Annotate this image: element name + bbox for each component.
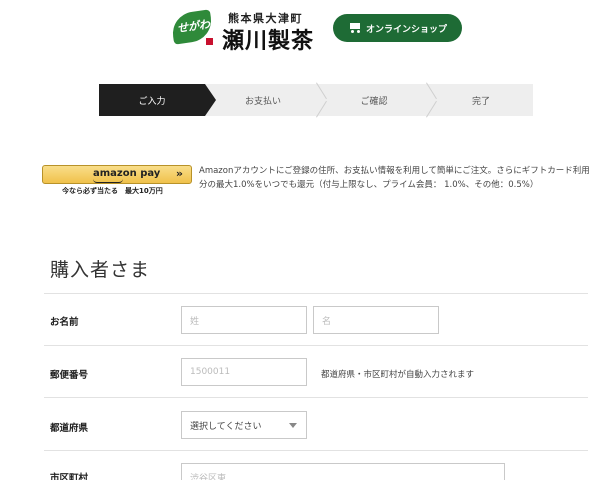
online-shop-label: オンラインショップ — [365, 24, 447, 35]
online-shop-button[interactable]: オンラインショップ — [333, 14, 462, 42]
divider — [44, 345, 588, 346]
postal-code-hint: 都道府県・市区町村が自動入力されます — [321, 370, 475, 380]
divider — [44, 293, 588, 294]
prefecture-select-value: 選択してください — [190, 421, 262, 432]
amazon-pay-button[interactable]: amazon pay » — [42, 165, 192, 184]
first-name-input[interactable]: 名 — [313, 306, 439, 334]
amazon-smile-icon — [93, 179, 123, 183]
step-complete: 完了 — [471, 96, 490, 107]
cart-icon — [348, 23, 360, 33]
prefecture-select[interactable]: 選択してください — [181, 411, 307, 439]
amazon-pay-description: Amazonアカウントにご登録の住所、お支払い情報を利用して簡単にご注文。さらに… — [199, 166, 590, 190]
step-confirm: ご確認 — [360, 96, 388, 107]
caret-down-icon — [289, 423, 297, 428]
divider — [44, 397, 588, 398]
amazon-pay-label: amazon pay — [93, 168, 161, 179]
logo-title: 瀬川製茶 — [222, 28, 315, 54]
step-input: ご入力 — [99, 84, 216, 116]
double-chevron-right-icon: » — [175, 167, 183, 180]
amazon-pay-caption: 今なら必ず当たる 最大10万円 — [62, 187, 163, 195]
prefecture-label: 都道府県 — [50, 423, 89, 434]
checkout-steps: ご入力 お支払い ご確認 完了 — [99, 84, 533, 116]
divider — [44, 450, 588, 451]
last-name-input[interactable]: 姓 — [181, 306, 307, 334]
city-input[interactable]: 渋谷区東 — [181, 463, 505, 480]
step-payment: お支払い — [244, 96, 281, 107]
postal-code-input[interactable]: 1500011 — [181, 358, 307, 386]
postal-code-label: 郵便番号 — [50, 370, 89, 381]
section-title: 購入者さま — [50, 259, 151, 281]
brand-logo[interactable]: せがわ 熊本県大津町 瀬川製茶 — [170, 9, 317, 54]
name-label: お名前 — [50, 317, 79, 328]
city-label: 市区町村 — [50, 473, 89, 480]
leaf-logo-icon: せがわ — [170, 9, 216, 46]
